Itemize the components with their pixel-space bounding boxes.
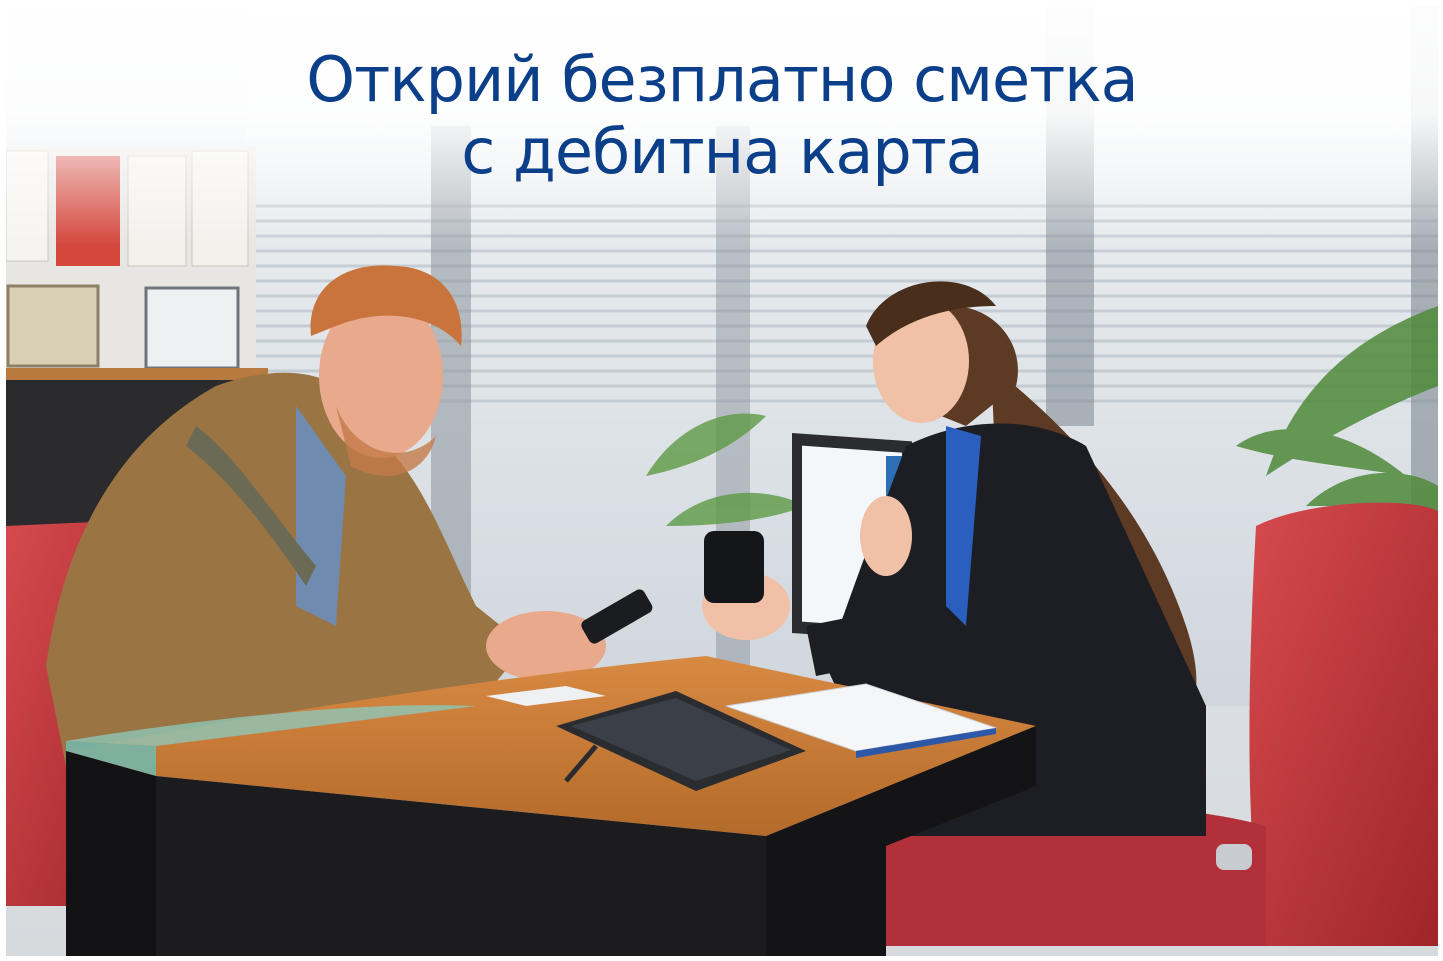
headline-line-2: с дебитна карта [461, 115, 984, 188]
headline-line-1: Открий безплатно сметка [306, 43, 1138, 116]
promo-banner: Открий безплатно сметка с дебитна карта [6, 6, 1438, 956]
promo-headline: Открий безплатно сметка с дебитна карта [6, 44, 1438, 188]
